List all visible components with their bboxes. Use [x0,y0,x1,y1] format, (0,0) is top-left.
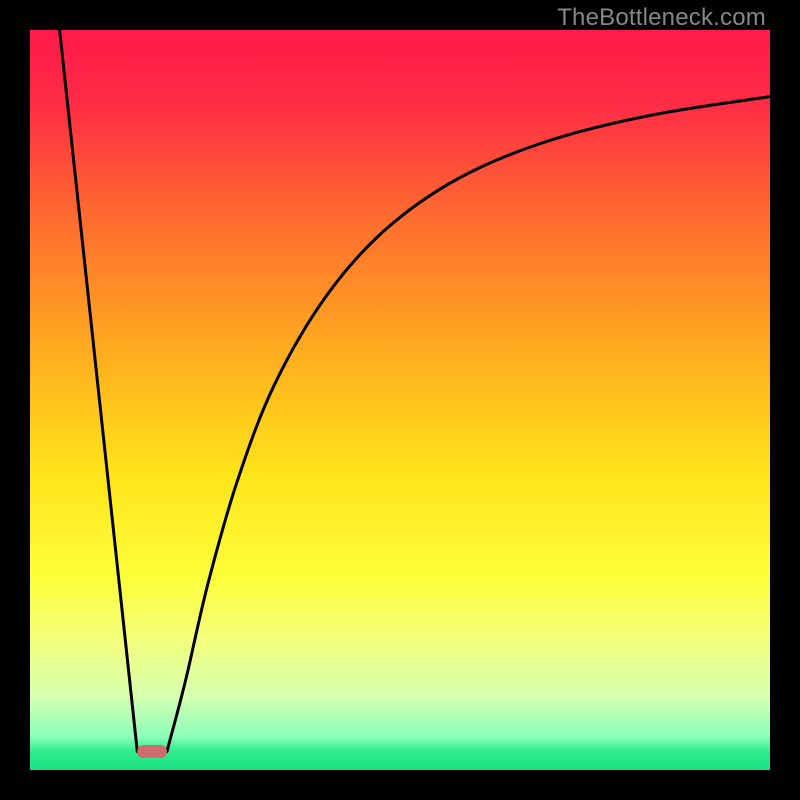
watermark-text: TheBottleneck.com [557,4,766,32]
bottleneck-curve [30,30,770,770]
plot-area [30,30,770,770]
chart-frame: TheBottleneck.com [0,0,800,800]
